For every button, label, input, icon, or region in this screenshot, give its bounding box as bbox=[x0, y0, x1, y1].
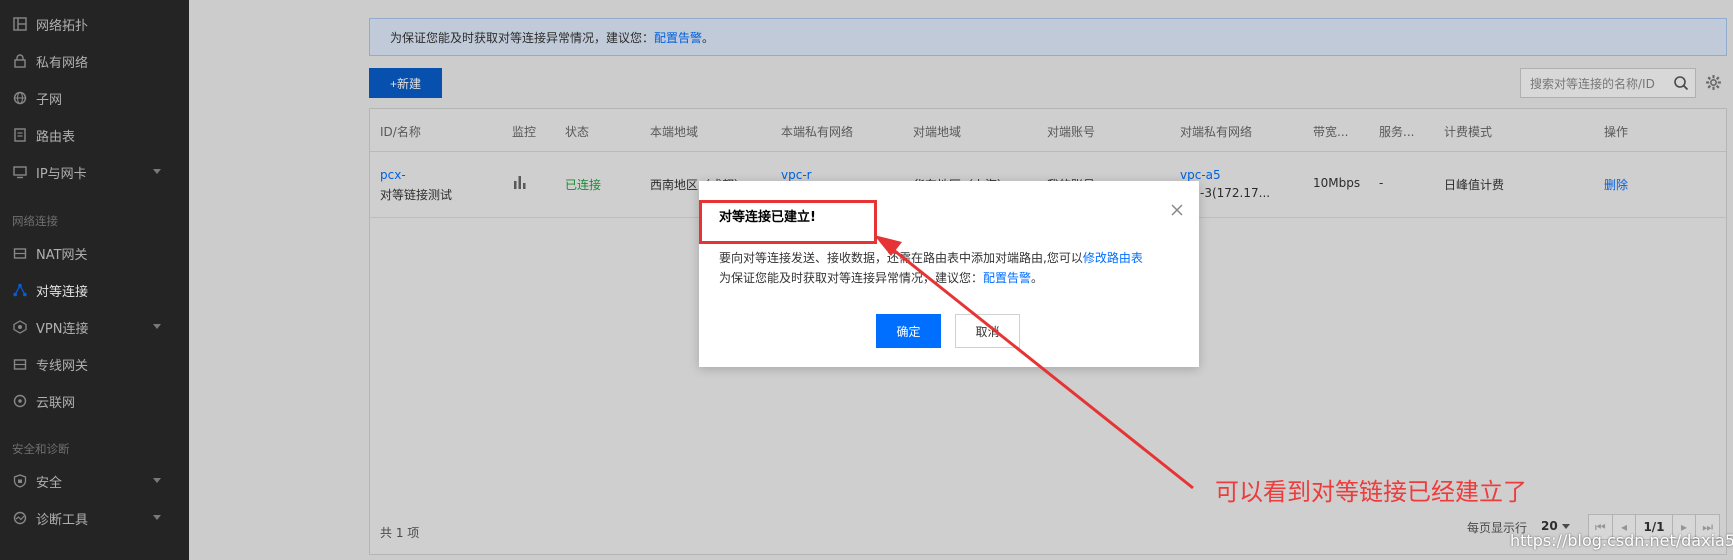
confirm-button[interactable]: 确定 bbox=[876, 314, 941, 348]
alarm-message-end: 。 bbox=[1031, 271, 1044, 285]
close-icon[interactable] bbox=[1170, 203, 1184, 217]
highlight-box bbox=[699, 200, 877, 244]
annotation-text: 可以看到对等链接已经建立了 bbox=[1215, 478, 1527, 506]
dialog-route-message: 要向对等连接发送、接收数据，还需在路由表中添加对端路由,您可以修改路由表 bbox=[719, 249, 1143, 266]
modify-route-table-link[interactable]: 修改路由表 bbox=[1083, 251, 1143, 265]
dialog-alarm-message: 为保证您能及时获取对等连接异常情况，建议您：配置告警。 bbox=[719, 269, 1043, 286]
alarm-message-text: 为保证您能及时获取对等连接异常情况，建议您： bbox=[719, 271, 984, 285]
watermark: https://blog.csdn.net/daxia5a0 bbox=[1510, 531, 1733, 550]
configure-alarm-link[interactable]: 配置告警 bbox=[983, 271, 1031, 285]
route-message-text: 要向对等连接发送、接收数据，还需在路由表中添加对端路由,您可以 bbox=[719, 251, 1083, 265]
cancel-button[interactable]: 取消 bbox=[955, 314, 1020, 348]
